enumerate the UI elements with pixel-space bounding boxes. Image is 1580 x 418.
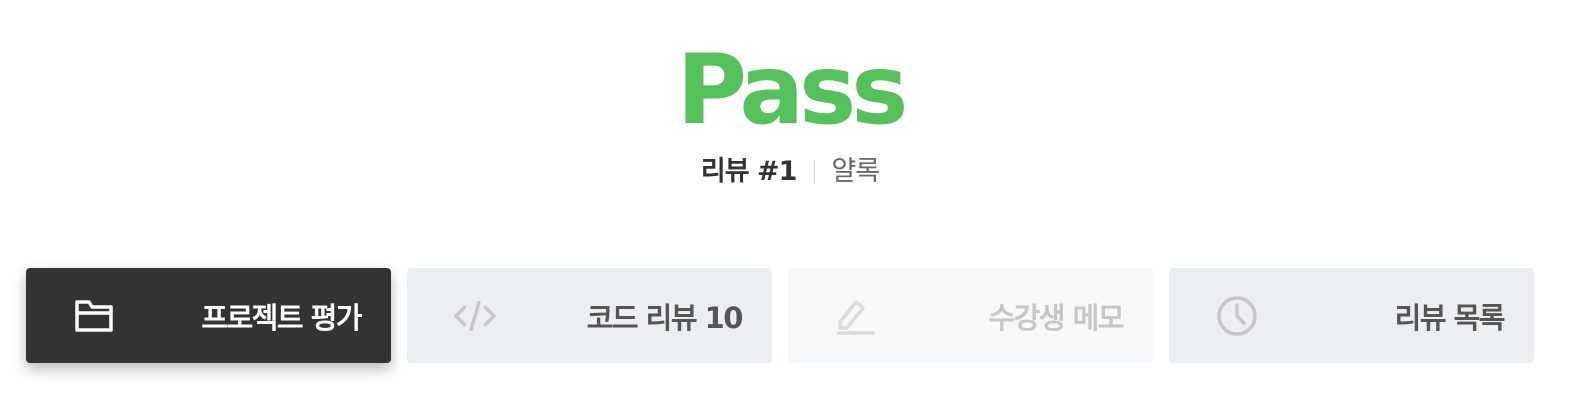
review-result: Pass xyxy=(676,34,909,146)
review-meta: 리뷰 #1 얄록 xyxy=(0,152,1580,192)
tab-student-memo-label: 수강생 메모 xyxy=(988,300,1125,335)
clock-icon xyxy=(1215,294,1259,338)
review-tabs: 프로젝트 평가 코드 리뷰 10 수강생 메모 리뷰 목록 xyxy=(26,268,1534,363)
pencil-icon xyxy=(834,294,878,338)
folder-icon xyxy=(72,294,116,338)
tab-project-evaluation-label: 프로젝트 평가 xyxy=(201,300,362,335)
tab-code-review-label: 코드 리뷰 10 xyxy=(586,300,744,335)
reviewer-name: 얄록 xyxy=(831,156,880,187)
tab-project-evaluation[interactable]: 프로젝트 평가 xyxy=(26,268,391,363)
tab-code-review[interactable]: 코드 리뷰 10 xyxy=(407,268,772,363)
meta-divider xyxy=(814,160,816,184)
review-number: 리뷰 #1 xyxy=(700,156,797,187)
tab-review-list-label: 리뷰 목록 xyxy=(1394,300,1506,335)
tab-student-memo: 수강생 메모 xyxy=(788,268,1153,363)
tab-review-list[interactable]: 리뷰 목록 xyxy=(1169,268,1534,363)
code-icon xyxy=(453,294,497,338)
